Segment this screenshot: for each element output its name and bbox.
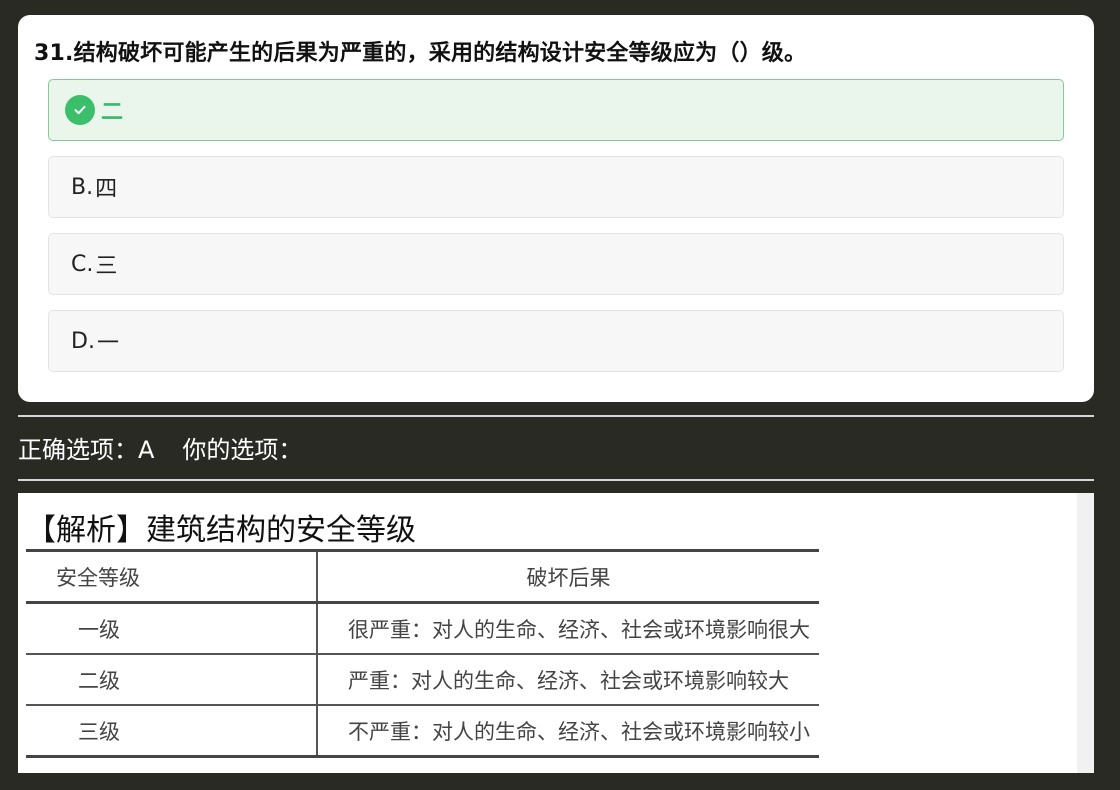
question-card: 31.结构破坏可能产生的后果为严重的，采用的结构设计安全等级应为（）级。 二 B…: [18, 15, 1094, 402]
table-row: 二级 严重：对人的生命、经济、社会或环境影响较大: [26, 654, 819, 706]
table-header-row: 安全等级 破坏后果: [26, 549, 819, 604]
table-header-level: 安全等级: [26, 549, 318, 604]
table-cell-consequence: 不严重：对人的生命、经济、社会或环境影响较小: [317, 705, 819, 758]
option-d[interactable]: D. 一: [48, 310, 1064, 372]
safety-level-table: 安全等级 破坏后果 一级 很严重：对人的生命、经济、社会或环境影响很大 二级 严…: [26, 549, 819, 758]
correct-answer-value: A: [138, 436, 155, 464]
table-cell-level: 三级: [26, 705, 318, 758]
analysis-title: 【解析】建筑结构的安全等级: [26, 513, 416, 548]
option-letter: B.: [71, 174, 94, 200]
option-b[interactable]: B. 四: [48, 156, 1064, 218]
correct-answer-label: 正确选项：: [18, 436, 138, 464]
answer-summary: 正确选项：A 你的选项：: [18, 430, 302, 465]
table-cell-consequence: 严重：对人的生命、经济、社会或环境影响较大: [317, 654, 819, 706]
table-row: 一级 很严重：对人的生命、经济、社会或环境影响很大: [26, 602, 819, 655]
option-text: 三: [95, 254, 118, 279]
option-c[interactable]: C. 三: [48, 233, 1064, 295]
table-cell-level: 一级: [26, 602, 318, 655]
option-letter: C.: [71, 251, 94, 277]
analysis-scrollbar[interactable]: [1077, 493, 1094, 773]
check-circle-icon: [65, 95, 95, 125]
your-answer-label: 你的选项：: [182, 436, 303, 464]
option-a[interactable]: 二: [48, 79, 1064, 141]
option-text: 二: [101, 100, 124, 125]
analysis-panel: 【解析】建筑结构的安全等级 安全等级 破坏后果 一级 很严重：对人的生命、经济、…: [18, 493, 1077, 773]
option-text: 一: [96, 331, 119, 356]
divider-bottom: [18, 479, 1094, 481]
table-cell-consequence: 很严重：对人的生命、经济、社会或环境影响很大: [317, 602, 819, 655]
option-text: 四: [95, 177, 118, 202]
table-header-consequence: 破坏后果: [317, 549, 819, 604]
table-row: 三级 不严重：对人的生命、经济、社会或环境影响较小: [26, 705, 819, 758]
question-title: 31.结构破坏可能产生的后果为严重的，采用的结构设计安全等级应为（）级。: [34, 41, 807, 66]
option-letter: D.: [71, 328, 95, 354]
table-cell-level: 二级: [26, 654, 318, 706]
divider-top: [18, 415, 1094, 417]
